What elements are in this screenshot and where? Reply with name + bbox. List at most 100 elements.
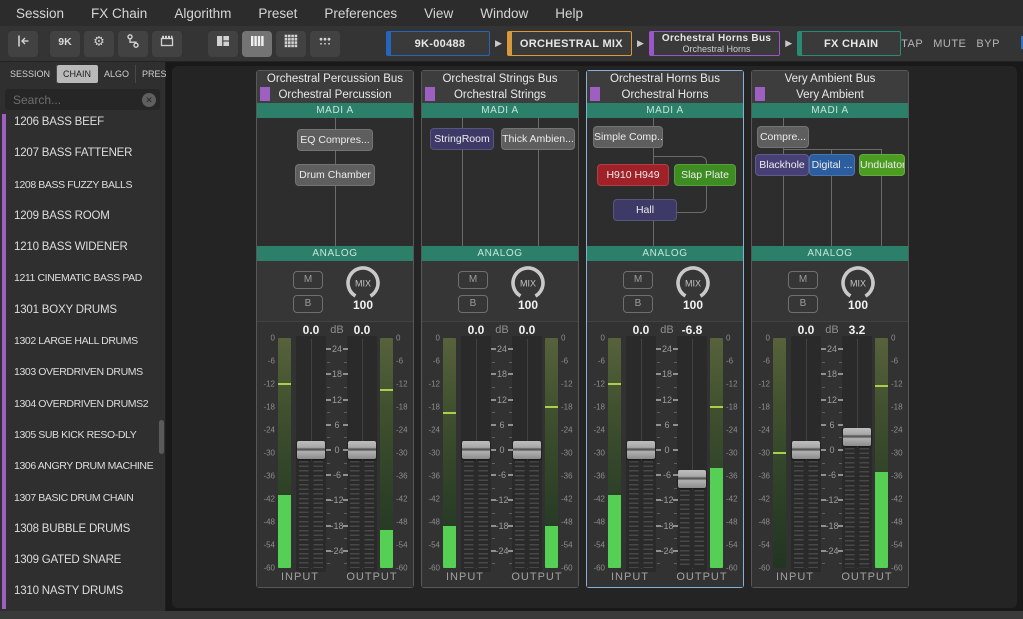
- menu-window[interactable]: Window: [480, 6, 528, 21]
- fader-handle[interactable]: [462, 441, 490, 459]
- list-item[interactable]: 1301 BOXY DRUMS: [0, 295, 165, 326]
- fx-block-stringroom[interactable]: StringRoom: [430, 128, 494, 150]
- mute-button[interactable]: M: [293, 271, 323, 289]
- fx-block-slap-plate[interactable]: Slap Plate: [674, 164, 736, 186]
- fx-block-undulator[interactable]: Undulator: [859, 154, 905, 176]
- output-fader[interactable]: [677, 336, 707, 572]
- input-io-bar[interactable]: MADI A: [257, 103, 413, 118]
- scale-label: -12: [724, 380, 744, 389]
- list-item[interactable]: 1306 ANGRY DRUM MACHINE: [0, 451, 165, 482]
- menu-help[interactable]: Help: [555, 6, 583, 21]
- fx-block-blackhole[interactable]: Blackhole: [755, 154, 809, 176]
- fader-handle[interactable]: [792, 441, 820, 459]
- fader-handle[interactable]: [513, 441, 541, 459]
- input-io-bar[interactable]: MADI A: [422, 103, 578, 118]
- fx-block-eq-compres[interactable]: EQ Compres...: [297, 129, 373, 151]
- bypass-button[interactable]: B: [293, 295, 323, 313]
- fader-handle[interactable]: [678, 470, 706, 488]
- menu-fx-chain[interactable]: FX Chain: [91, 6, 147, 21]
- output-level-value: 0.0: [512, 323, 542, 337]
- bypass-button[interactable]: B: [458, 295, 488, 313]
- scale-label: -6: [889, 357, 909, 366]
- list-item[interactable]: 1305 SUB KICK RESO-DLY: [0, 420, 165, 451]
- list-item[interactable]: 1309 GATED SNARE: [0, 545, 165, 576]
- view-grid-button[interactable]: [276, 31, 306, 57]
- list-item[interactable]: 1208 BASS FUZZY BALLS: [0, 170, 165, 201]
- scrollbar-thumb[interactable]: [159, 420, 164, 454]
- tab-algo[interactable]: ALGO: [98, 65, 136, 83]
- view-more-button[interactable]: [310, 31, 340, 57]
- list-item[interactable]: 1302 LARGE HALL DRUMS: [0, 326, 165, 357]
- list-item[interactable]: 1307 BASIC DRUM CHAIN: [0, 483, 165, 514]
- crumb-orchestral-mix[interactable]: ORCHESTRAL MIX: [507, 31, 632, 56]
- mute-button[interactable]: M: [458, 271, 488, 289]
- mute-button[interactable]: M: [788, 271, 818, 289]
- tap-button[interactable]: TAP: [901, 38, 923, 50]
- output-io-bar[interactable]: ANALOG: [422, 246, 578, 261]
- crumb-9k-00488[interactable]: 9K-00488: [386, 31, 490, 56]
- list-item[interactable]: 1209 BASS ROOM: [0, 201, 165, 232]
- list-item[interactable]: 1308 BUBBLE DRUMS: [0, 514, 165, 545]
- fx-block-h910-h949[interactable]: H910 H949: [597, 164, 669, 186]
- input-fader[interactable]: [296, 336, 326, 572]
- crumb-fx-chain[interactable]: FX CHAIN: [797, 31, 901, 56]
- scale-tick: [344, 538, 347, 539]
- settings-gear-button[interactable]: ⚙: [84, 31, 114, 57]
- tab-chain[interactable]: CHAIN: [57, 65, 98, 83]
- view-columns-button[interactable]: [242, 31, 272, 57]
- strip-controls: MBMIX100: [422, 261, 578, 321]
- fx-block-thick-ambien[interactable]: Thick Ambien...: [501, 128, 575, 150]
- scale-label: 6: [655, 420, 679, 430]
- menu-preferences[interactable]: Preferences: [324, 6, 397, 21]
- mute-button[interactable]: MUTE: [933, 38, 966, 50]
- input-fader[interactable]: [461, 336, 491, 572]
- list-item[interactable]: 1206 BASS BEEF: [0, 114, 165, 138]
- output-fader[interactable]: [512, 336, 542, 572]
- list-item[interactable]: 1210 BASS WIDENER: [0, 232, 165, 263]
- bypass-button[interactable]: B: [788, 295, 818, 313]
- bypass-button[interactable]: B: [623, 295, 653, 313]
- input-fader[interactable]: [791, 336, 821, 572]
- 9k-button[interactable]: 9K: [50, 31, 80, 57]
- crumb-orchestral-horns-bus[interactable]: Orchestral Horns BusOrchestral Horns: [649, 31, 780, 56]
- fader-handle[interactable]: [297, 441, 325, 459]
- input-io-bar[interactable]: MADI A: [587, 103, 743, 118]
- fx-block-hall[interactable]: Hall: [613, 199, 677, 221]
- search-input[interactable]: [5, 89, 160, 110]
- list-item[interactable]: 1211 CINEMATIC BASS PAD: [0, 263, 165, 294]
- crumb-sublabel: Orchestral Horns: [662, 44, 771, 54]
- menu-session[interactable]: Session: [16, 6, 64, 21]
- fader-handle[interactable]: [627, 441, 655, 459]
- fader-handle[interactable]: [348, 441, 376, 459]
- menu-view[interactable]: View: [424, 6, 453, 21]
- output-io-bar[interactable]: ANALOG: [752, 246, 908, 261]
- list-item[interactable]: 1207 BASS FATTENER: [0, 138, 165, 169]
- input-fader[interactable]: [626, 336, 656, 572]
- routing-button[interactable]: [118, 31, 148, 57]
- mute-button[interactable]: M: [623, 271, 653, 289]
- fx-block-digital[interactable]: Digital ...: [809, 154, 855, 176]
- view-split-button[interactable]: [208, 31, 238, 57]
- scale-tick: [509, 488, 512, 489]
- fx-block-drum-chamber[interactable]: Drum Chamber: [295, 164, 375, 186]
- output-io-bar[interactable]: ANALOG: [587, 246, 743, 261]
- fx-block-compre[interactable]: Compre...: [757, 126, 809, 148]
- tab-session[interactable]: SESSION: [4, 65, 57, 83]
- list-item[interactable]: 1310 NASTY DRUMS: [0, 576, 165, 607]
- menu-preset[interactable]: Preset: [258, 6, 297, 21]
- crumb-label: Orchestral Horns Bus: [662, 33, 771, 44]
- fader-handle[interactable]: [843, 428, 871, 446]
- filmstrip-button[interactable]: [152, 31, 182, 57]
- byp-button[interactable]: BYP: [976, 38, 1000, 50]
- output-fader[interactable]: [347, 336, 377, 572]
- list-item[interactable]: 1303 OVERDRIVEN DRUMS: [0, 357, 165, 388]
- fx-block-simple-comp[interactable]: Simple Comp...: [593, 126, 663, 148]
- scale-tick: [492, 412, 495, 413]
- list-item[interactable]: 1304 OVERDRIVEN DRUMS2: [0, 389, 165, 420]
- menu-algorithm[interactable]: Algorithm: [174, 6, 231, 21]
- output-fader[interactable]: [842, 336, 872, 572]
- collapse-sidebar-button[interactable]: [8, 31, 38, 57]
- search-clear-icon[interactable]: ✕: [142, 93, 156, 107]
- output-io-bar[interactable]: ANALOG: [257, 246, 413, 261]
- input-io-bar[interactable]: MADI A: [752, 103, 908, 118]
